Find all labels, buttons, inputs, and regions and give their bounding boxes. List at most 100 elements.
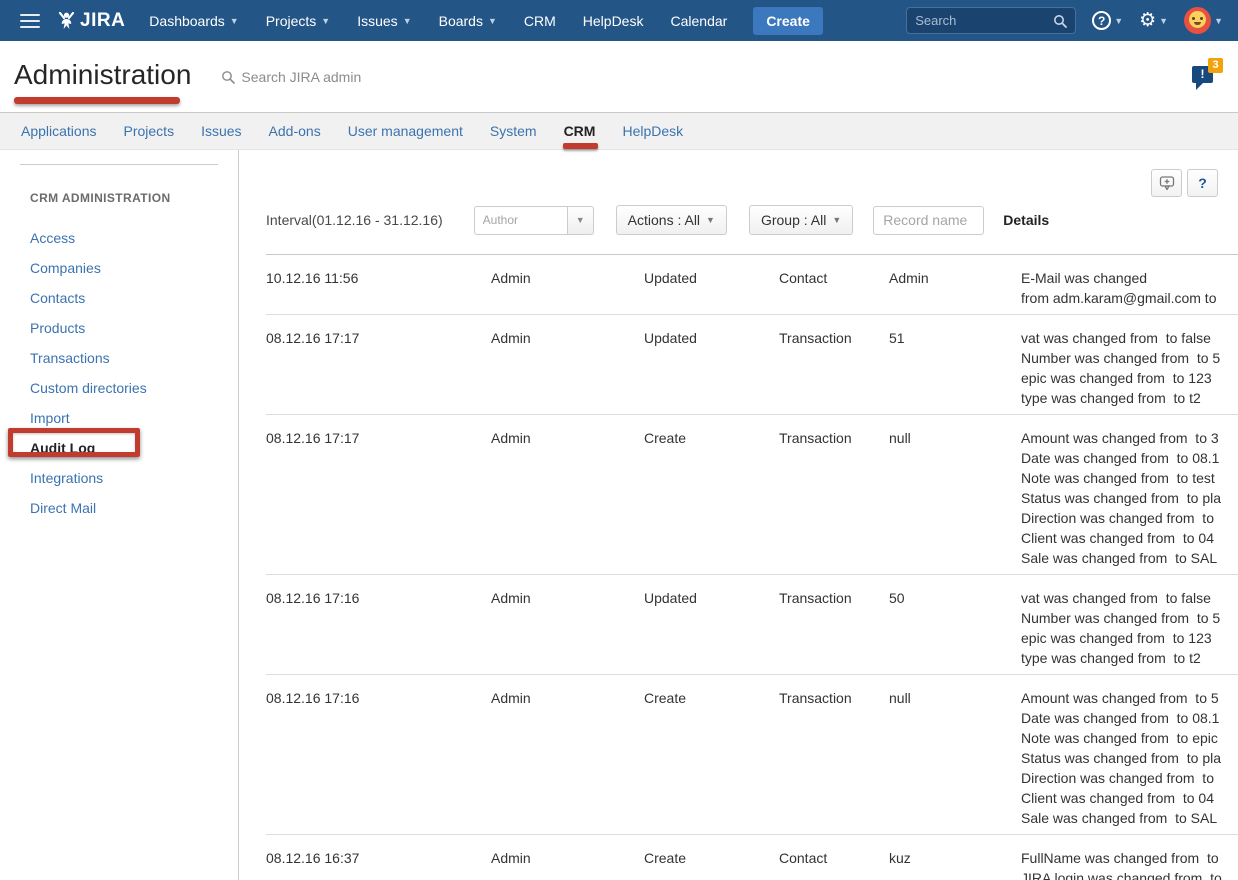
create-button[interactable]: Create bbox=[753, 7, 823, 35]
cell-date: 08.12.16 17:17 bbox=[266, 428, 491, 568]
hamburger-menu-icon[interactable] bbox=[20, 14, 40, 28]
sidebar-item-companies[interactable]: Companies bbox=[30, 253, 238, 283]
admin-header: Administration ! 3 bbox=[0, 41, 1238, 112]
details-line: from adm.karam@gmail.com to bbox=[1021, 288, 1238, 308]
crm-admin-sidebar: CRM ADMINISTRATION AccessCompaniesContac… bbox=[0, 150, 239, 880]
cell-details: Amount was changed from to 3Date was cha… bbox=[1021, 428, 1238, 568]
details-line: JIRA login was changed from to bbox=[1021, 868, 1238, 880]
sidebar-item-custom-directories[interactable]: Custom directories bbox=[30, 373, 238, 403]
jira-logo-icon bbox=[58, 12, 75, 30]
jira-logo[interactable]: JIRA bbox=[58, 10, 125, 32]
sidebar-item-direct-mail[interactable]: Direct Mail bbox=[30, 493, 238, 523]
sidebar-item-contacts[interactable]: Contacts bbox=[30, 283, 238, 313]
chevron-down-icon: ▼ bbox=[706, 215, 715, 225]
navbar-item-label: CRM bbox=[524, 13, 556, 29]
navbar-item-label: Calendar bbox=[670, 13, 727, 29]
sidebar-item-import[interactable]: Import bbox=[30, 403, 238, 433]
table-row: 08.12.16 16:37AdminCreateContactkuzFullN… bbox=[266, 835, 1238, 880]
cell-details: E-Mail was changedfrom adm.karam@gmail.c… bbox=[1021, 268, 1238, 308]
tab-applications[interactable]: Applications bbox=[21, 123, 97, 139]
navbar-search[interactable] bbox=[906, 7, 1076, 34]
navbar-search-input[interactable] bbox=[915, 13, 1053, 28]
cell-date: 08.12.16 17:16 bbox=[266, 588, 491, 668]
cell-group: Transaction bbox=[779, 688, 889, 828]
cell-details: vat was changed from to falseNumber was … bbox=[1021, 588, 1238, 668]
cell-record: 51 bbox=[889, 328, 1021, 408]
tab-crm[interactable]: CRM bbox=[564, 123, 596, 139]
cell-record: null bbox=[889, 428, 1021, 568]
content-area: CRM ADMINISTRATION AccessCompaniesContac… bbox=[0, 150, 1238, 880]
navbar-item-dashboards[interactable]: Dashboards▼ bbox=[149, 13, 238, 29]
details-line: Number was changed from to 5 bbox=[1021, 348, 1238, 368]
user-profile-menu[interactable]: ▼ bbox=[1184, 7, 1223, 34]
details-line: Number was changed from to 5 bbox=[1021, 608, 1238, 628]
top-navbar: JIRA Dashboards▼ Projects▼ Issues▼ Boards▼ C… bbox=[0, 0, 1238, 41]
main-top-buttons: ? bbox=[1151, 169, 1218, 197]
admin-settings-menu[interactable]: ⚙ ▼ bbox=[1139, 11, 1168, 30]
chevron-down-icon: ▼ bbox=[403, 16, 412, 26]
navbar-item-helpdesk[interactable]: HelpDesk bbox=[583, 13, 644, 29]
sidebar-item-transactions[interactable]: Transactions bbox=[30, 343, 238, 373]
tab-projects[interactable]: Projects bbox=[124, 123, 175, 139]
author-filter: ▼ bbox=[474, 206, 594, 235]
audit-log-main: ? Interval(01.12.16 - 31.12.16) ▼ Action… bbox=[239, 150, 1238, 880]
feedback-bubble-icon bbox=[1159, 175, 1175, 191]
page-title: Administration bbox=[14, 59, 191, 95]
navbar-item-boards[interactable]: Boards▼ bbox=[439, 13, 497, 29]
table-row: 10.12.16 11:56AdminUpdatedContactAdminE-… bbox=[266, 255, 1238, 315]
details-line: Note was changed from to epic bbox=[1021, 728, 1238, 748]
feedback-button[interactable] bbox=[1151, 169, 1182, 197]
author-filter-dropdown-button[interactable]: ▼ bbox=[568, 206, 594, 235]
details-line: type was changed from to t2 bbox=[1021, 388, 1238, 408]
tab-add-ons[interactable]: Add-ons bbox=[269, 123, 321, 139]
admin-search-input[interactable] bbox=[241, 69, 431, 85]
cell-group: Contact bbox=[779, 848, 889, 880]
cell-group: Transaction bbox=[779, 428, 889, 568]
navbar-item-label: HelpDesk bbox=[583, 13, 644, 29]
navbar-item-calendar[interactable]: Calendar bbox=[670, 13, 727, 29]
navbar-item-issues[interactable]: Issues▼ bbox=[357, 13, 411, 29]
tab-issues[interactable]: Issues bbox=[201, 123, 241, 139]
details-line: vat was changed from to false bbox=[1021, 588, 1238, 608]
interval-label: Interval(01.12.16 - 31.12.16) bbox=[266, 212, 443, 228]
notification-badge: 3 bbox=[1208, 58, 1223, 73]
details-line: FullName was changed from to bbox=[1021, 848, 1238, 868]
tab-helpdesk[interactable]: HelpDesk bbox=[622, 123, 683, 139]
details-line: Date was changed from to 08.1 bbox=[1021, 708, 1238, 728]
cell-group: Transaction bbox=[779, 328, 889, 408]
chevron-down-icon: ▼ bbox=[1114, 16, 1123, 26]
details-column-header: Details bbox=[1003, 212, 1049, 228]
table-row: 08.12.16 17:16AdminUpdatedTransaction50v… bbox=[266, 575, 1238, 675]
cell-action: Create bbox=[644, 688, 779, 828]
actions-filter-button[interactable]: Actions : All ▼ bbox=[616, 205, 727, 235]
red-underline-annotation bbox=[14, 97, 180, 104]
details-line: Client was changed from to 04 bbox=[1021, 788, 1238, 808]
navbar-menu: Dashboards▼ Projects▼ Issues▼ Boards▼ CRM Hel… bbox=[149, 13, 727, 29]
group-filter-button[interactable]: Group : All ▼ bbox=[749, 205, 853, 235]
sidebar-item-integrations[interactable]: Integrations bbox=[30, 463, 238, 493]
avatar bbox=[1184, 7, 1211, 34]
record-name-filter-input[interactable] bbox=[873, 206, 984, 235]
navbar-item-projects[interactable]: Projects▼ bbox=[266, 13, 331, 29]
details-line: Status was changed from to pla bbox=[1021, 488, 1238, 508]
navbar-item-crm[interactable]: CRM bbox=[524, 13, 556, 29]
cell-author: Admin bbox=[491, 588, 644, 668]
details-line: Direction was changed from to bbox=[1021, 768, 1238, 788]
details-line: type was changed from to t2 bbox=[1021, 648, 1238, 668]
tab-user-management[interactable]: User management bbox=[348, 123, 463, 139]
details-line: Status was changed from to pla bbox=[1021, 748, 1238, 768]
help-menu[interactable]: ? ▼ bbox=[1092, 11, 1123, 30]
help-button[interactable]: ? bbox=[1187, 169, 1218, 197]
sidebar-item-audit-log[interactable]: Audit Log bbox=[30, 433, 238, 463]
cell-action: Updated bbox=[644, 328, 779, 408]
cell-author: Admin bbox=[491, 848, 644, 880]
sidebar-item-access[interactable]: Access bbox=[30, 223, 238, 253]
author-filter-input[interactable] bbox=[474, 206, 568, 235]
cell-action: Updated bbox=[644, 268, 779, 308]
cell-details: vat was changed from to falseNumber was … bbox=[1021, 328, 1238, 408]
sidebar-item-products[interactable]: Products bbox=[30, 313, 238, 343]
admin-search[interactable] bbox=[221, 69, 431, 85]
notifications-icon[interactable]: ! 3 bbox=[1192, 66, 1216, 88]
cell-author: Admin bbox=[491, 268, 644, 308]
tab-system[interactable]: System bbox=[490, 123, 537, 139]
